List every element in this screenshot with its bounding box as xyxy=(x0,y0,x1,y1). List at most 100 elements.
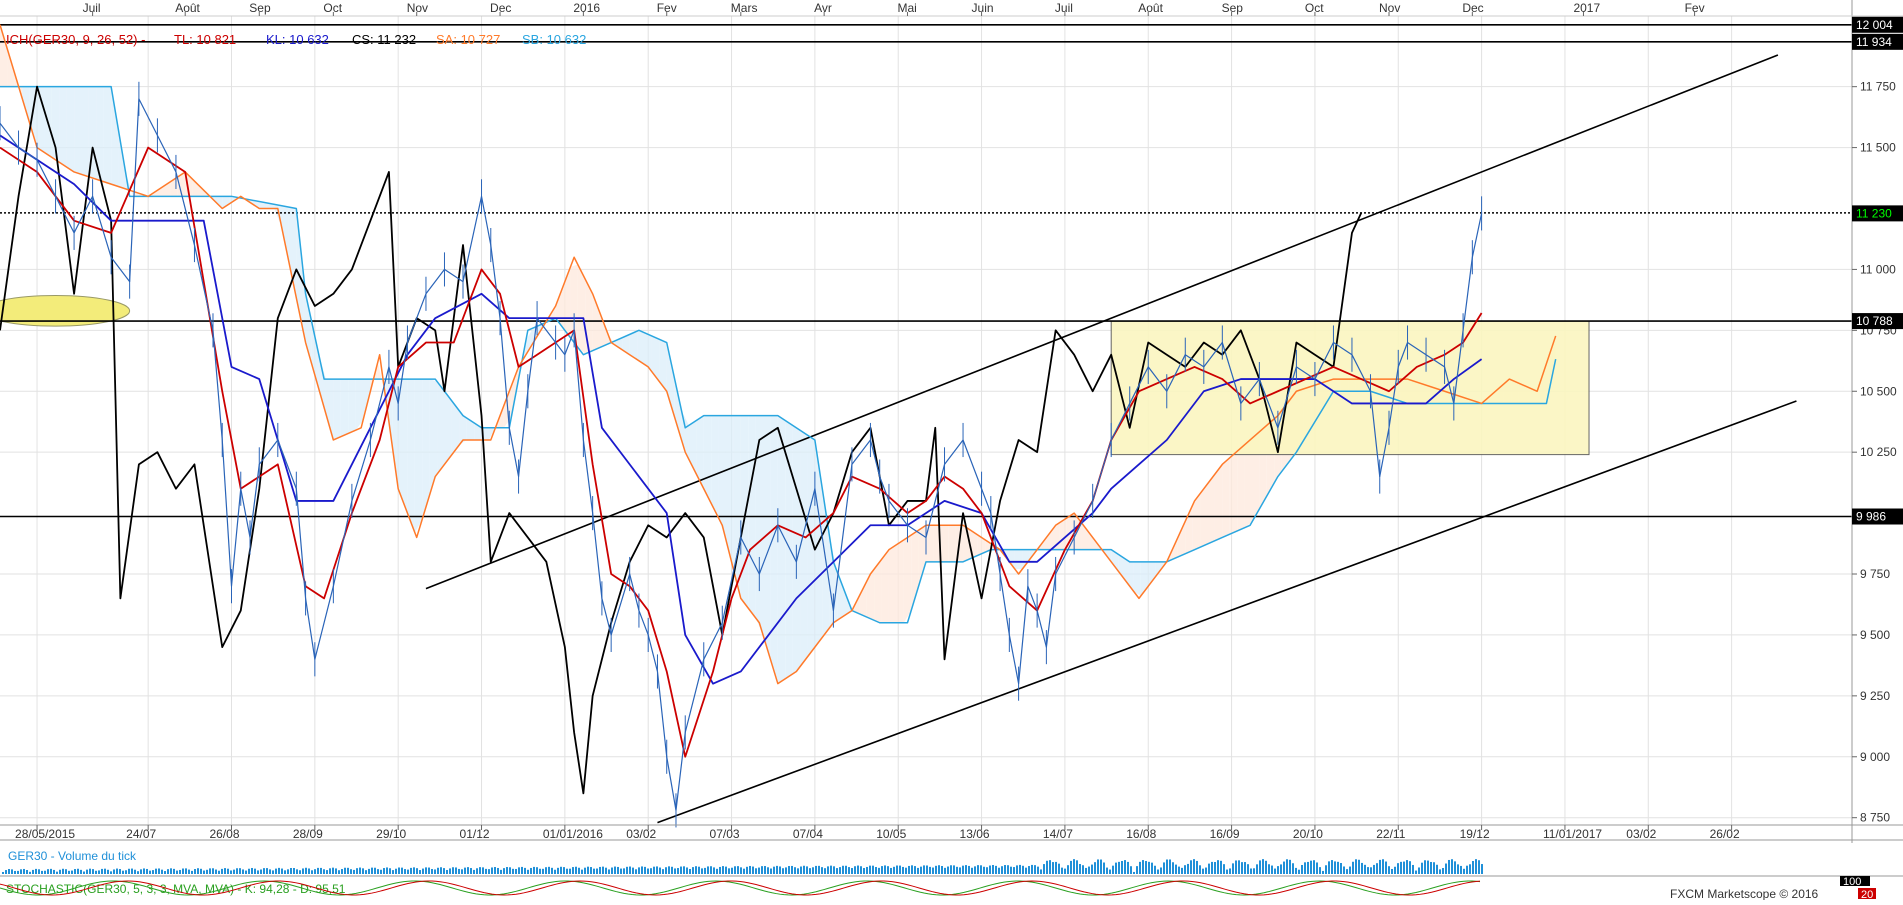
volume-bar xyxy=(722,866,724,874)
bottom-axis-label: 29/10 xyxy=(376,827,406,841)
volume-bar xyxy=(1238,860,1240,874)
volume-bar xyxy=(389,868,391,874)
volume-bar xyxy=(797,868,799,874)
volume-bar xyxy=(1241,862,1243,874)
bottom-axis-label: 14/07 xyxy=(1043,827,1073,841)
volume-bar xyxy=(425,867,427,874)
cloud-segment xyxy=(740,415,749,609)
volume-bar xyxy=(428,867,430,874)
volume-bar xyxy=(794,867,796,874)
volume-bar xyxy=(1292,863,1294,874)
volume-bar xyxy=(1403,861,1405,874)
volume-bar xyxy=(620,868,622,874)
volume-bar xyxy=(905,867,907,874)
volume-bar xyxy=(1073,859,1075,874)
volume-bar xyxy=(326,870,328,874)
chart-canvas: Juil Août Sep Oct Nov Dec 2016 Fev Mars Avr Mai Jui… xyxy=(0,0,1903,901)
volume-bar xyxy=(1463,868,1465,874)
volume-bar xyxy=(878,867,880,874)
volume-bar xyxy=(1373,864,1375,874)
volume-bar xyxy=(1097,859,1099,874)
bottom-axis-label: 07/03 xyxy=(710,827,740,841)
top-axis-label: Juil xyxy=(83,1,101,15)
volume-bar xyxy=(1178,866,1180,874)
volume-bar xyxy=(986,867,988,874)
volume-bar xyxy=(560,866,562,874)
volume-bar xyxy=(1253,868,1255,874)
volume-bar xyxy=(467,867,469,874)
volume-bar xyxy=(485,868,487,874)
volume-bar xyxy=(926,865,928,874)
volume-bar xyxy=(629,866,631,874)
cloud-segment xyxy=(1237,444,1245,531)
volume-bar xyxy=(455,867,457,874)
volume-bar xyxy=(1418,867,1420,874)
volume-bar xyxy=(536,867,538,874)
volume-bar xyxy=(29,871,31,874)
volume-bar xyxy=(1082,865,1084,874)
volume-bar xyxy=(218,870,220,874)
volume-bar xyxy=(551,867,553,874)
volume-bar xyxy=(1295,867,1297,874)
top-axis-label: Oct xyxy=(323,1,342,15)
volume-bar xyxy=(1028,866,1030,874)
volume-bar xyxy=(266,868,268,874)
volume-bar xyxy=(269,869,271,874)
volume-bar xyxy=(290,868,292,874)
volume-bar xyxy=(530,867,532,874)
volume-bar xyxy=(524,867,526,874)
volume-bar xyxy=(260,869,262,874)
volume-bar xyxy=(695,866,697,874)
volume-bar xyxy=(1349,866,1351,874)
price-marker-label: 11 934 xyxy=(1856,35,1892,49)
volume-bar xyxy=(716,868,718,874)
bottom-axis-label: 24/07 xyxy=(126,827,156,841)
volume-bar xyxy=(830,865,832,874)
volume-bar xyxy=(632,867,634,874)
volume-bar xyxy=(707,866,709,874)
volume-bar xyxy=(227,868,229,874)
volume-bar xyxy=(11,869,13,874)
volume-bar xyxy=(1181,867,1183,874)
volume-bar xyxy=(710,866,712,874)
volume-bar xyxy=(788,866,790,874)
volume-bar xyxy=(998,867,1000,874)
volume-bar xyxy=(278,867,280,874)
top-axis-label: Dec xyxy=(490,1,511,15)
top-axis-label: Nov xyxy=(407,1,428,15)
volume-bar xyxy=(431,869,433,874)
bottom-axis-label: 22/11 xyxy=(1376,827,1405,841)
price-axis-label: 8 750 xyxy=(1860,811,1890,825)
volume-bar xyxy=(155,868,157,874)
volume-bar xyxy=(1457,864,1459,874)
volume-bar xyxy=(146,868,148,874)
volume-bar xyxy=(767,867,769,874)
volume-bar xyxy=(5,870,7,874)
volume-bar xyxy=(533,866,535,874)
volume-bar xyxy=(608,869,610,874)
bottom-axis-label: 28/09 xyxy=(293,827,323,841)
volume-bar xyxy=(479,867,481,874)
volume-bar xyxy=(1430,861,1432,874)
volume-bar xyxy=(725,866,727,874)
volume-bar xyxy=(1088,866,1090,874)
volume-bar xyxy=(659,867,661,874)
volume-bar xyxy=(221,868,223,874)
volume-bar xyxy=(74,869,76,874)
volume-bar xyxy=(1157,869,1159,874)
volume-bar xyxy=(1286,859,1288,874)
volume-bar xyxy=(446,869,448,874)
volume-bar xyxy=(1208,863,1210,874)
volume-bar xyxy=(590,867,592,874)
volume-bar xyxy=(332,867,334,874)
volume-bar xyxy=(233,869,235,874)
volume-bar xyxy=(1130,866,1132,874)
volume-bar xyxy=(731,867,733,874)
volume-bar xyxy=(1439,869,1441,874)
volume-bar xyxy=(764,866,766,874)
legend-ich: ICH(GER30, 9, 26, 52) - xyxy=(6,32,145,47)
volume-bar xyxy=(680,866,682,874)
volume-bar xyxy=(1004,865,1006,874)
volume-bar xyxy=(284,870,286,874)
volume-bar xyxy=(449,868,451,874)
